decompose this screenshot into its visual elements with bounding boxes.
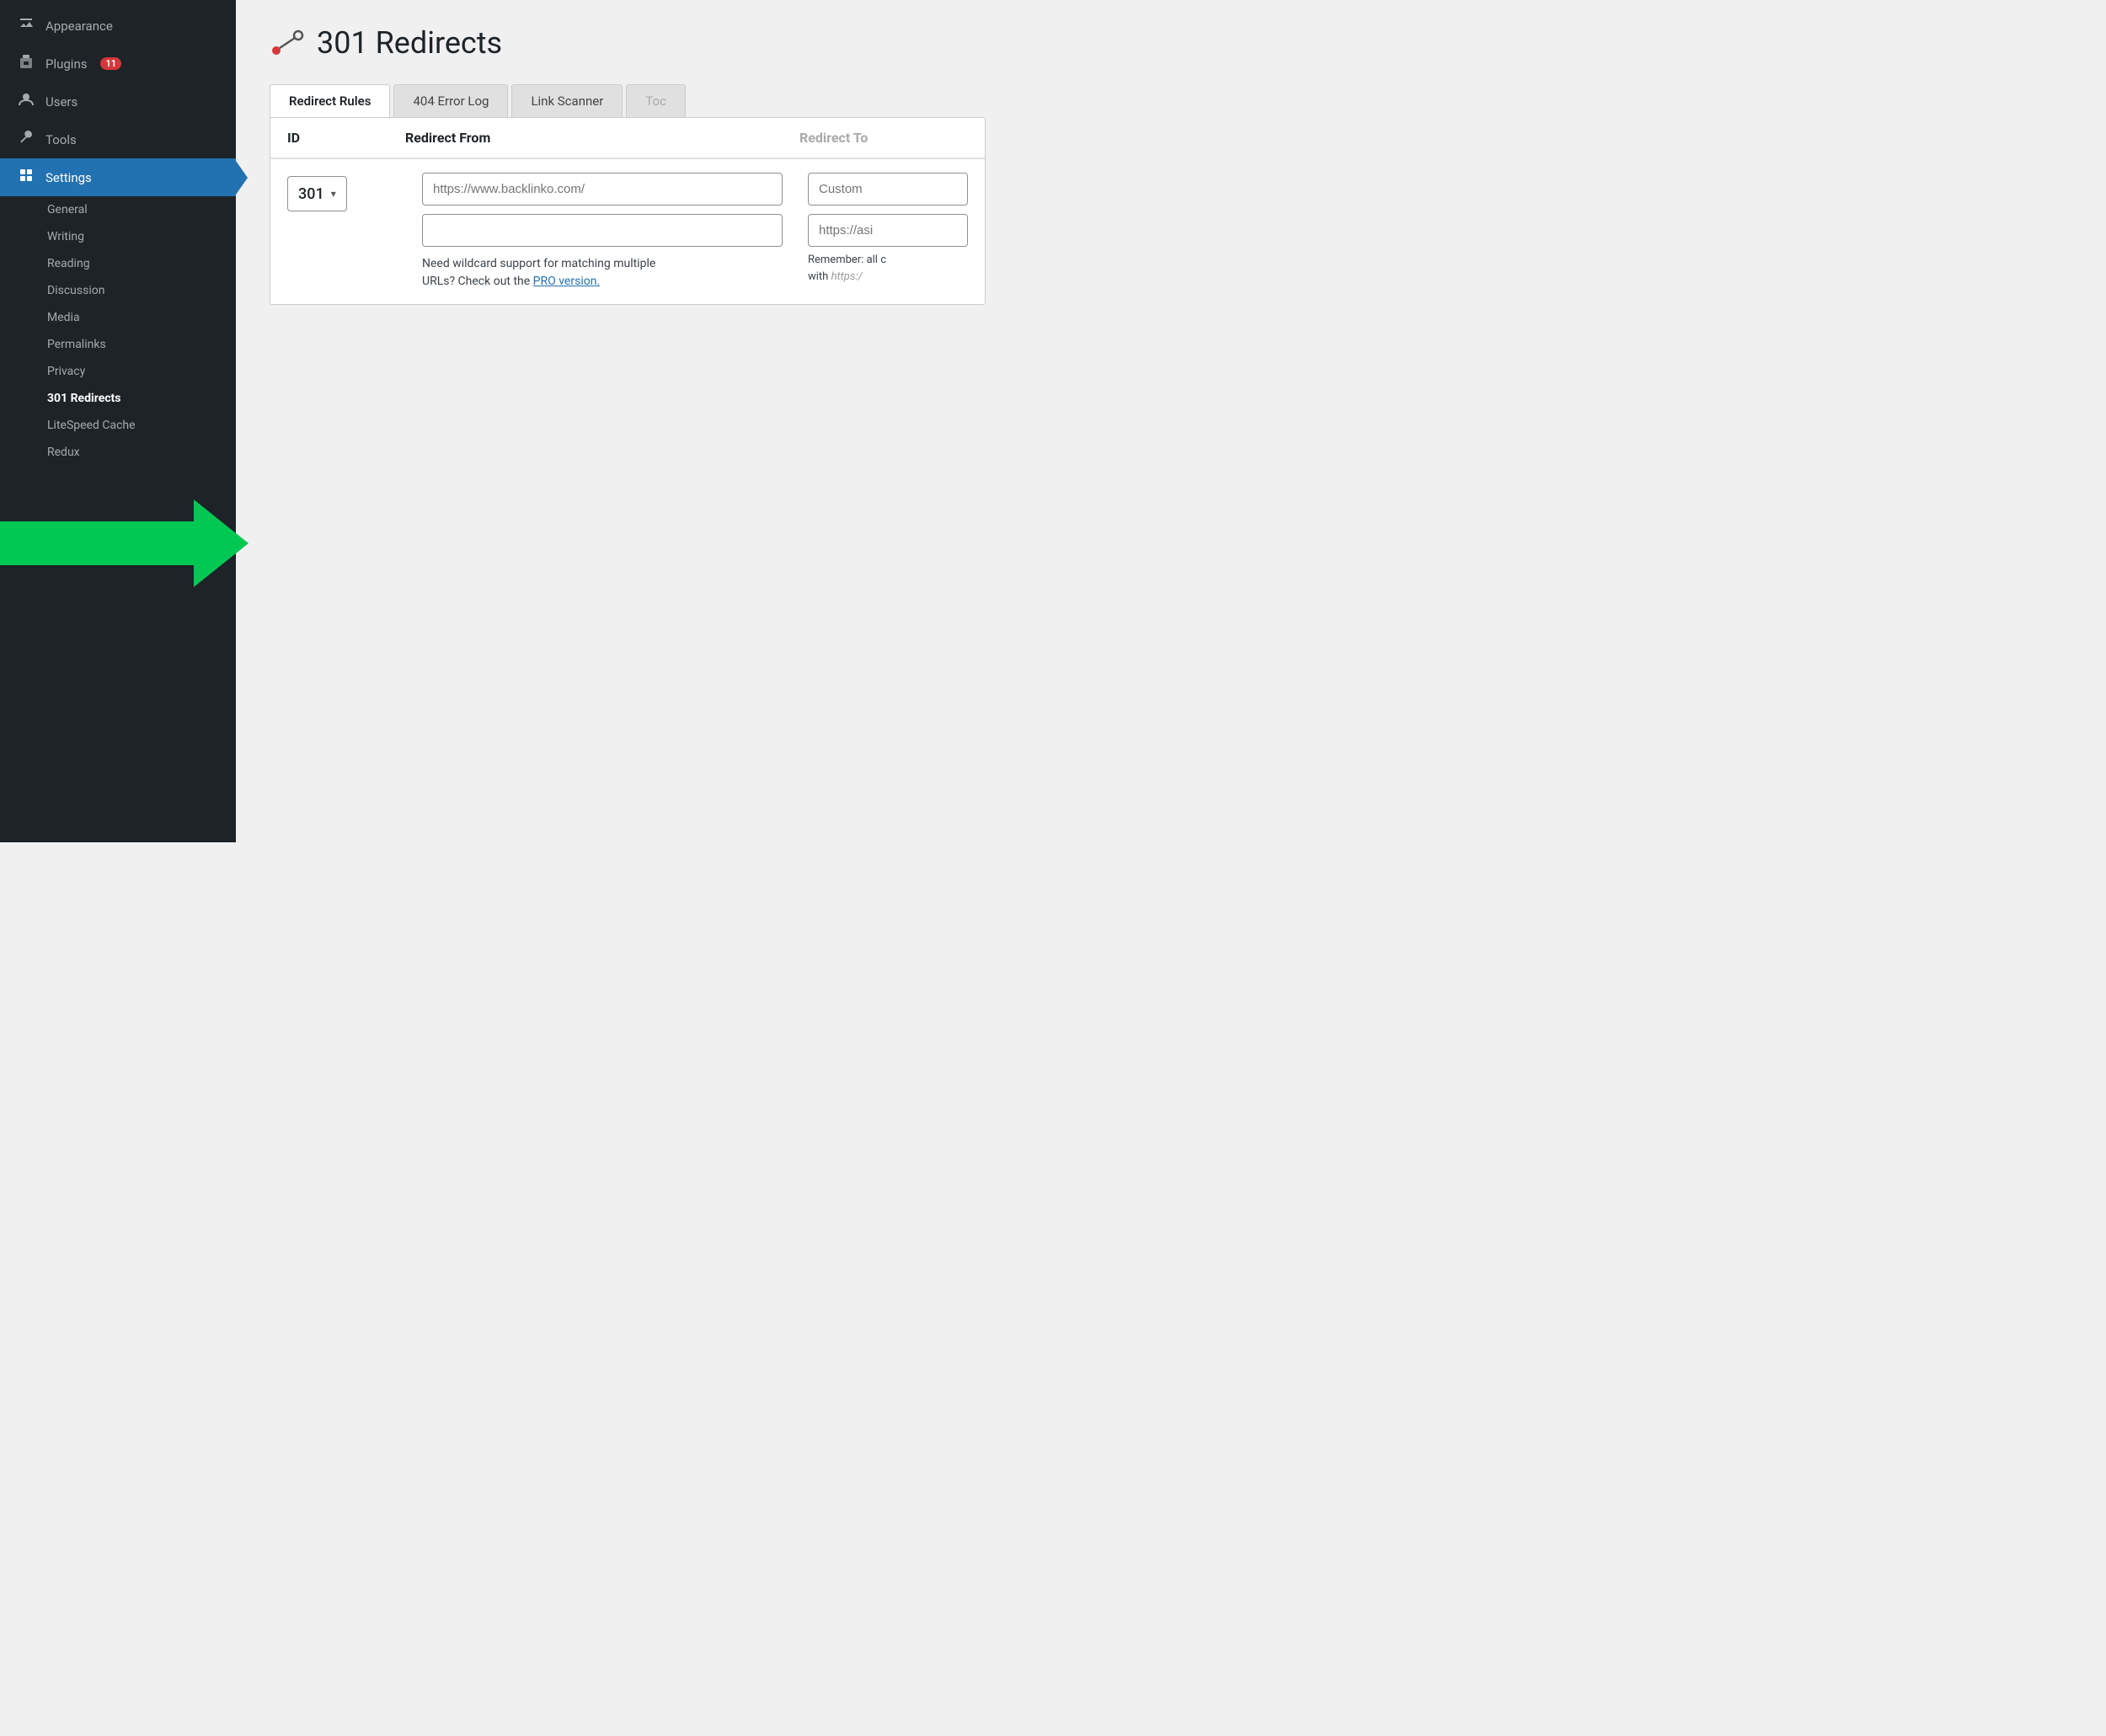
green-arrow-indicator [0, 499, 236, 567]
tools-icon [17, 129, 35, 150]
submenu-media[interactable]: Media [0, 304, 236, 331]
id-cell: 301 ▾ [287, 173, 405, 211]
arrow-head [194, 499, 249, 587]
sidebar-item-plugins[interactable]: Plugins 11 [0, 45, 236, 83]
sidebar-item-label: Settings [45, 170, 92, 185]
submenu-reading[interactable]: Reading [0, 250, 236, 277]
submenu-permalinks[interactable]: Permalinks [0, 331, 236, 358]
arrow-shaft [0, 521, 194, 565]
sidebar: Appearance Plugins 11 Users Tools [0, 0, 236, 842]
submenu-writing[interactable]: Writing [0, 223, 236, 250]
page-plugin-icon [270, 25, 305, 61]
tab-redirect-rules[interactable]: Redirect Rules [270, 84, 390, 117]
redirect-to-cell: Remember: all c with https:/ [799, 173, 968, 285]
sidebar-item-users[interactable]: Users [0, 83, 236, 120]
settings-icon [17, 167, 35, 188]
users-icon [17, 91, 35, 112]
sidebar-item-label: Users [45, 94, 78, 110]
url-from-secondary-input[interactable] [422, 214, 783, 247]
sidebar-item-appearance[interactable]: Appearance [0, 7, 236, 45]
tab-toc[interactable]: Toc [626, 84, 686, 117]
id-dropdown[interactable]: 301 ▾ [287, 176, 347, 211]
plugins-badge: 11 [100, 57, 121, 70]
remember-text: Remember: all c with https:/ [808, 252, 968, 285]
sidebar-item-settings[interactable]: Settings [0, 158, 236, 196]
submenu-privacy[interactable]: Privacy [0, 358, 236, 385]
wildcard-info: Need wildcard support for matching multi… [422, 255, 783, 291]
redirect-to-url-input[interactable] [808, 214, 968, 247]
url-from-main-input[interactable] [422, 173, 783, 206]
redirect-from-cell: Need wildcard support for matching multi… [405, 173, 799, 291]
sidebar-item-label: Plugins [45, 56, 87, 72]
sidebar-item-label: Appearance [45, 19, 113, 34]
submenu-301redirects[interactable]: 301 Redirects [0, 385, 236, 412]
submenu-general[interactable]: General [0, 196, 236, 223]
header-id: ID [287, 130, 405, 146]
pro-version-link[interactable]: PRO version. [533, 275, 600, 288]
main-content: 301 Redirects Redirect Rules 404 Error L… [236, 0, 1011, 842]
plugins-icon [17, 53, 35, 74]
sidebar-item-tools[interactable]: Tools [0, 120, 236, 158]
redirect-type-input[interactable] [808, 173, 968, 206]
page-header: 301 Redirects [270, 25, 986, 61]
table-header: ID Redirect From Redirect To [270, 118, 985, 159]
table-row-form: 301 ▾ Need wildcard support for matching… [270, 159, 985, 304]
header-redirect-from: Redirect From [405, 130, 799, 146]
header-redirect-to: Redirect To [799, 130, 968, 146]
sidebar-item-label: Tools [45, 132, 77, 147]
tab-link-scanner[interactable]: Link Scanner [511, 84, 623, 117]
page-title: 301 Redirects [317, 25, 502, 61]
submenu-discussion[interactable]: Discussion [0, 277, 236, 304]
redirect-table: ID Redirect From Redirect To 301 ▾ Need … [270, 117, 986, 305]
submenu-litespeed[interactable]: LiteSpeed Cache [0, 412, 236, 439]
https-inline: https:/ [831, 270, 863, 283]
submenu-redux[interactable]: Redux [0, 439, 236, 466]
appearance-icon [17, 15, 35, 36]
chevron-down-icon: ▾ [331, 188, 336, 200]
id-value: 301 [298, 185, 324, 203]
tabs-container: Redirect Rules 404 Error Log Link Scanne… [270, 84, 986, 117]
tab-404-error-log[interactable]: 404 Error Log [393, 84, 508, 117]
settings-subitems: General Writing Reading Discussion Media… [0, 196, 236, 466]
